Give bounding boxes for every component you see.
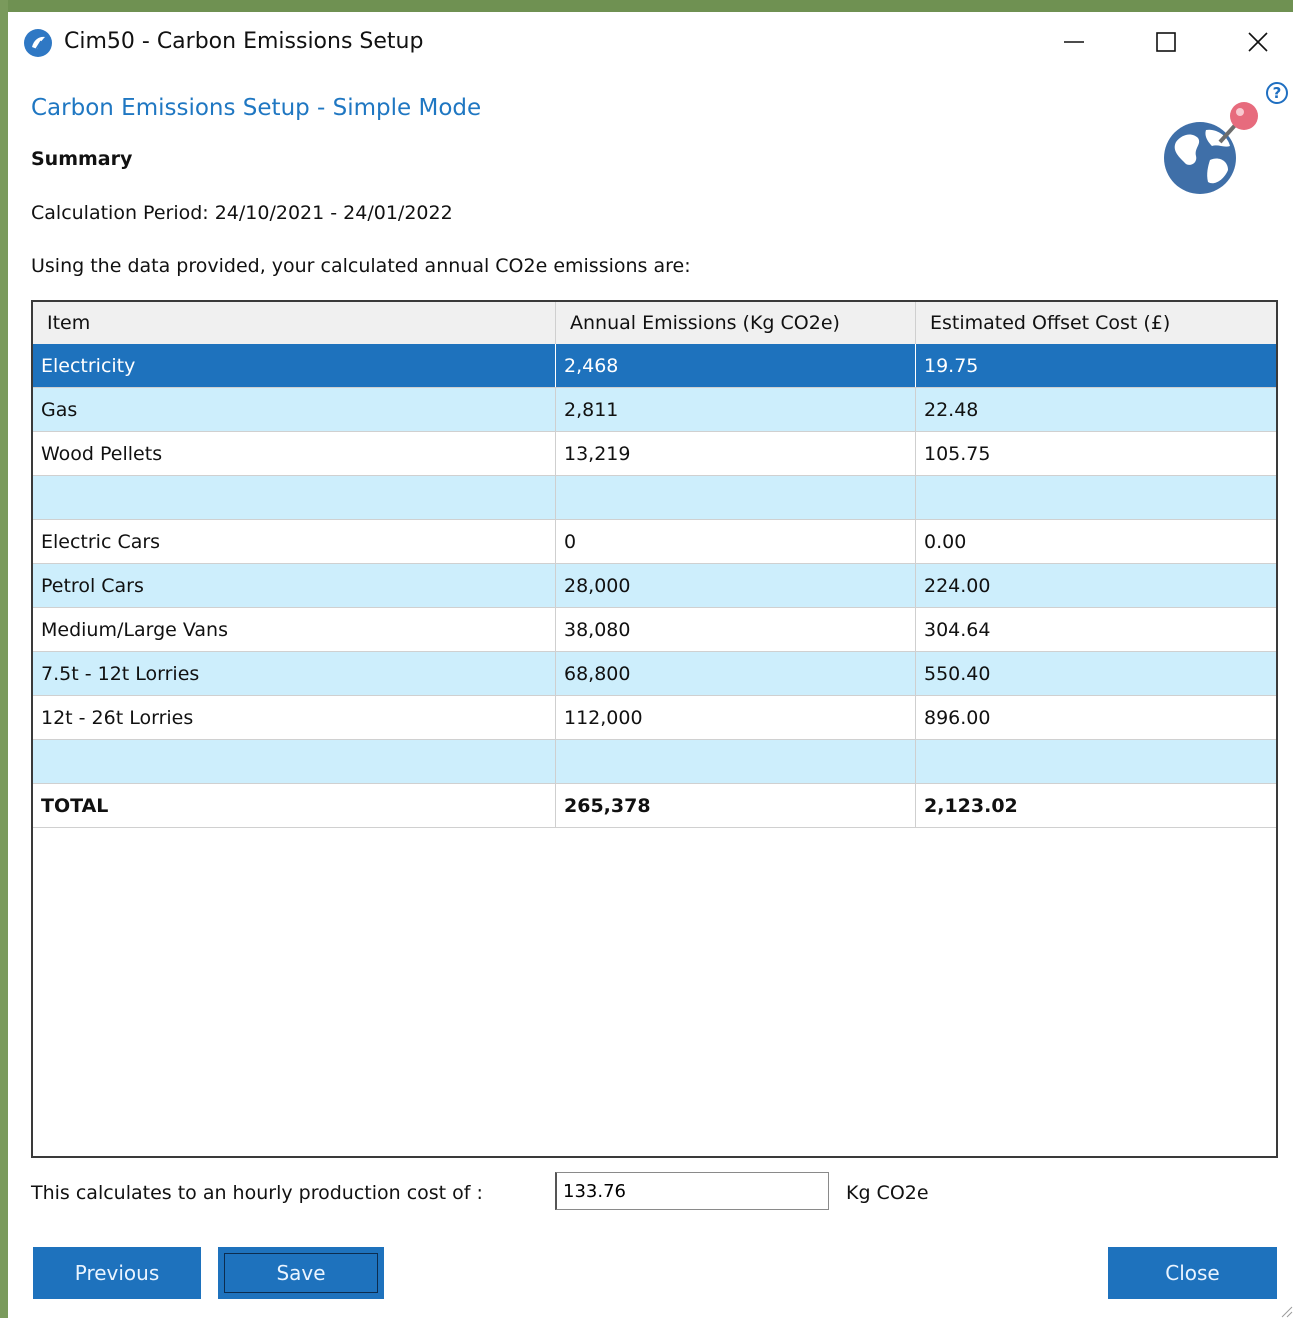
cell-cost <box>916 740 1276 783</box>
cell-cost: 224.00 <box>924 574 991 597</box>
table-header: Item Annual Emissions (Kg CO2e) Estimate… <box>33 302 1276 345</box>
table-row[interactable]: Electricity 2,468 19.75 <box>33 344 1276 388</box>
globe-pin-icon <box>1164 102 1258 194</box>
cell-item: 7.5t - 12t Lorries <box>33 652 556 695</box>
cell-item: Petrol Cars <box>33 564 556 607</box>
window-title: Cim50 - Carbon Emissions Setup <box>64 29 424 54</box>
maximize-button[interactable] <box>1136 20 1196 64</box>
table-row[interactable]: 12t - 26t Lorries 112,000 896.00 <box>33 696 1276 740</box>
cell-item: 12t - 26t Lorries <box>33 696 556 739</box>
cell-cost: 304.64 <box>924 618 991 641</box>
cell-item <box>33 476 556 519</box>
desktop-edge <box>0 0 8 1318</box>
table-row[interactable]: Medium/Large Vans 38,080 304.64 <box>33 608 1276 652</box>
cell-cost: 0.00 <box>924 530 967 553</box>
cell-cost: 22.48 <box>924 398 979 421</box>
save-button[interactable]: Save <box>218 1247 384 1299</box>
cell-item: Wood Pellets <box>33 432 556 475</box>
cell-emissions: 13,219 <box>556 432 916 475</box>
table-row-total[interactable]: TOTAL 265,378 2,123.02 <box>33 784 1276 828</box>
column-header-cost[interactable]: Estimated Offset Cost (£) <box>916 302 1276 344</box>
hourly-cost-label: This calculates to an hourly production … <box>31 1182 483 1204</box>
hourly-cost-input[interactable] <box>555 1172 829 1210</box>
table-row[interactable]: Petrol Cars 28,000 224.00 <box>33 564 1276 608</box>
column-header-emissions[interactable]: Annual Emissions (Kg CO2e) <box>556 302 916 344</box>
cell-item: Electric Cars <box>33 520 556 563</box>
page-title: Carbon Emissions Setup - Simple Mode <box>31 95 482 121</box>
calculation-period: Calculation Period: 24/10/2021 - 24/01/2… <box>31 202 453 224</box>
cell-item: Medium/Large Vans <box>33 608 556 651</box>
previous-button[interactable]: Previous <box>33 1247 201 1299</box>
cell-item: Gas <box>33 388 556 431</box>
section-heading: Summary <box>31 148 133 170</box>
column-header-item[interactable]: Item <box>33 302 556 344</box>
resize-grip-icon[interactable] <box>1279 1304 1293 1318</box>
cell-cost: 105.75 <box>924 442 991 465</box>
cell-cost <box>916 476 1276 519</box>
app-logo-icon <box>24 29 52 57</box>
close-button[interactable]: Close <box>1108 1247 1277 1299</box>
cell-emissions: 2,811 <box>556 388 916 431</box>
cell-emissions: 112,000 <box>556 696 916 739</box>
cell-emissions <box>556 476 916 519</box>
table-row[interactable]: Gas 2,811 22.48 <box>33 388 1276 432</box>
cell-cost: 2,123.02 <box>924 794 1018 817</box>
unit-label: Kg CO2e <box>846 1182 929 1204</box>
cell-item: TOTAL <box>33 784 556 827</box>
table-row[interactable] <box>33 740 1276 784</box>
minimize-icon <box>1064 41 1084 43</box>
minimize-button[interactable] <box>1044 20 1104 64</box>
table-row[interactable]: 7.5t - 12t Lorries 68,800 550.40 <box>33 652 1276 696</box>
desktop-background <box>0 0 1293 12</box>
cell-cost: 550.40 <box>924 662 991 685</box>
table-row[interactable]: Wood Pellets 13,219 105.75 <box>33 432 1276 476</box>
close-window-button[interactable] <box>1228 20 1288 64</box>
cell-emissions: 0 <box>556 520 916 563</box>
cell-emissions: 265,378 <box>556 784 916 827</box>
table-row[interactable] <box>33 476 1276 520</box>
cell-item <box>33 740 556 783</box>
cell-emissions: 2,468 <box>556 344 916 387</box>
emissions-table[interactable]: Item Annual Emissions (Kg CO2e) Estimate… <box>31 300 1278 1158</box>
cell-cost: 19.75 <box>924 354 979 377</box>
dialog-window: Cim50 - Carbon Emissions Setup Carbon Em… <box>8 12 1293 1318</box>
close-icon <box>1248 32 1268 52</box>
cell-cost: 896.00 <box>924 706 991 729</box>
cell-item: Electricity <box>33 344 556 387</box>
title-bar[interactable]: Cim50 - Carbon Emissions Setup <box>8 12 1293 70</box>
table-row[interactable]: Electric Cars 0 0.00 <box>33 520 1276 564</box>
cell-emissions: 38,080 <box>556 608 916 651</box>
cell-emissions <box>556 740 916 783</box>
cell-emissions: 28,000 <box>556 564 916 607</box>
help-icon[interactable]: ? <box>1266 82 1288 104</box>
focus-ring <box>224 1253 378 1293</box>
intro-text: Using the data provided, your calculated… <box>31 255 691 277</box>
cell-emissions: 68,800 <box>556 652 916 695</box>
maximize-icon <box>1156 32 1176 52</box>
